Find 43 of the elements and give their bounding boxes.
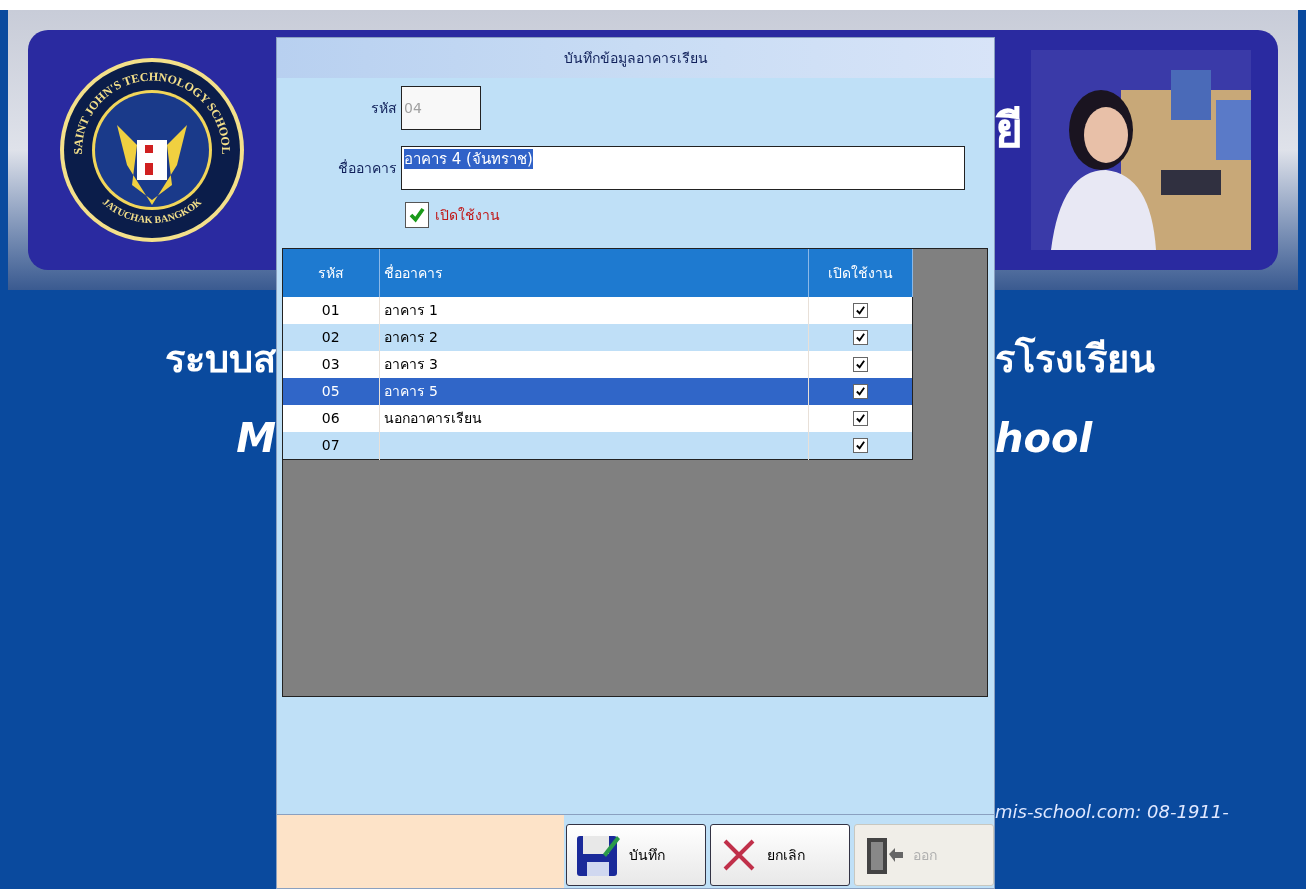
- table-cell: 01: [321, 302, 340, 318]
- checkbox[interactable]: [853, 357, 868, 372]
- checkbox[interactable]: [853, 411, 868, 426]
- website-contact: mis-school.com: 08-1911-: [995, 800, 1229, 824]
- check-icon: [408, 206, 426, 224]
- check-icon: [855, 439, 866, 451]
- check-icon: [855, 359, 866, 370]
- dialog-title: บันทึกข้อมูลอาคารเรียน: [563, 48, 708, 69]
- table-cell: อาคาร 1: [383, 302, 438, 318]
- table-row[interactable]: 02 อาคาร 2: [283, 324, 913, 351]
- checkbox[interactable]: [405, 202, 429, 228]
- table-cell: 03: [321, 356, 340, 372]
- table-cell: อาคาร 2: [383, 329, 438, 345]
- banner-title: ยี: [995, 106, 1023, 154]
- table-cell: 02: [321, 329, 340, 345]
- table-row[interactable]: 05 อาคาร 5: [283, 378, 913, 405]
- table-row[interactable]: 07: [283, 432, 913, 459]
- checkbox[interactable]: [853, 303, 868, 318]
- table-cell: 06: [321, 410, 340, 426]
- table-cell: อาคาร 3: [383, 356, 438, 372]
- table-row[interactable]: 01 อาคาร 1: [283, 297, 913, 324]
- check-icon: [855, 413, 866, 424]
- checkbox-label: เปิดใช้งาน: [435, 205, 500, 225]
- table-cell: 05: [321, 383, 340, 399]
- table-row[interactable]: 03 อาคาร 3: [283, 351, 913, 378]
- table-cell: 07: [321, 436, 340, 453]
- field-label: ชื่ออาคาร: [337, 158, 398, 178]
- check-icon: [855, 332, 866, 343]
- table-cell: อาคาร 5: [383, 383, 438, 399]
- save-button[interactable]: บันทึก: [566, 824, 706, 886]
- table-cell: นอกอาคารเรียน: [383, 410, 482, 426]
- system-subtitle: M: [236, 418, 276, 458]
- check-icon: [855, 305, 866, 316]
- field-label: รหัส: [370, 98, 398, 118]
- system-title: ระบบส: [165, 340, 276, 378]
- checkbox[interactable]: [853, 437, 868, 453]
- checkbox[interactable]: [853, 384, 868, 399]
- table-row[interactable]: 06 นอกอาคารเรียน: [283, 405, 913, 432]
- checkbox[interactable]: [853, 330, 868, 345]
- system-subtitle: hool: [995, 418, 1093, 458]
- check-icon: [855, 386, 866, 397]
- cancel-button[interactable]: ยกเลิก: [710, 824, 850, 886]
- building-name-field[interactable]: อาคาร 4 (จันทราช): [401, 146, 965, 190]
